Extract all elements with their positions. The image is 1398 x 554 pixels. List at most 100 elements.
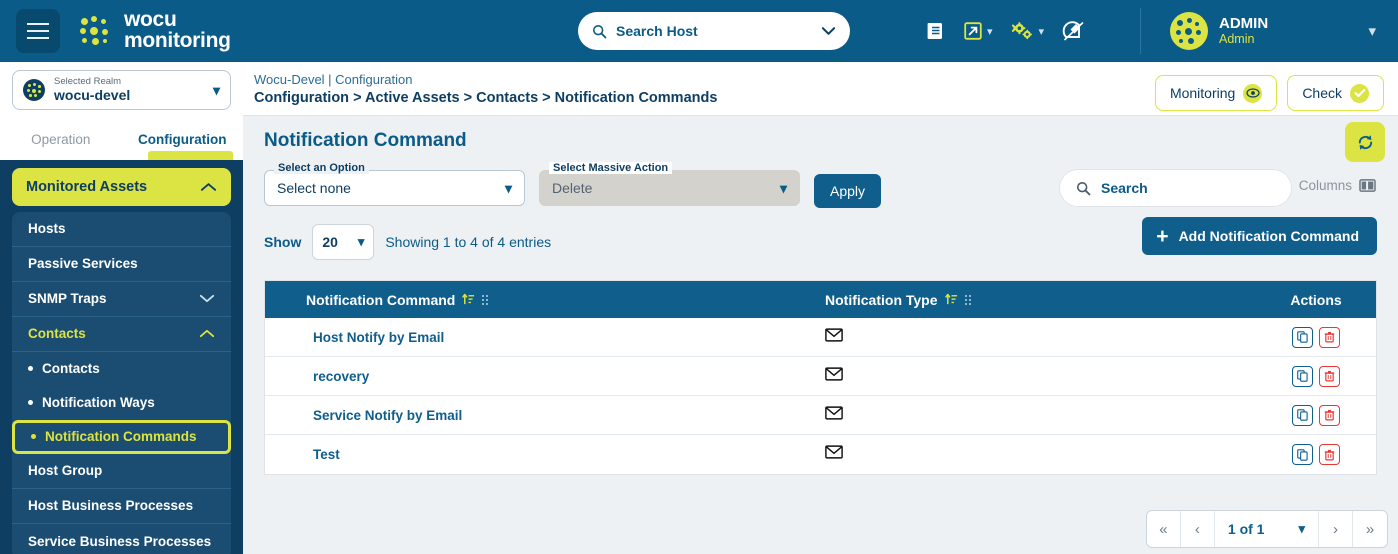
tab-operation[interactable]: Operation bbox=[0, 120, 122, 160]
satellite-icon bbox=[1062, 21, 1084, 41]
sort-ascending-icon bbox=[462, 293, 475, 305]
sidebar-item-hosts[interactable]: Hosts bbox=[12, 212, 231, 247]
sidebar-item-label: Notification Ways bbox=[42, 395, 155, 411]
cell-actions bbox=[1256, 365, 1376, 387]
realm-selector[interactable]: Selected Realm wocu-devel ▾ bbox=[12, 70, 231, 110]
page-size-select[interactable]: 20 ▾ bbox=[312, 224, 375, 260]
sidebar-item-contacts-group[interactable]: Contacts bbox=[12, 317, 231, 352]
page-indicator-value: 1 of 1 bbox=[1227, 521, 1265, 537]
sidebar-item-label: Contacts bbox=[28, 326, 86, 342]
cell-notification-type bbox=[825, 327, 1256, 347]
delete-icon[interactable] bbox=[1319, 444, 1340, 465]
select-massive-action-dropdown[interactable]: Delete ▾ bbox=[539, 170, 800, 206]
copy-icon[interactable] bbox=[1292, 365, 1313, 387]
cell-notification-command[interactable]: recovery bbox=[265, 369, 825, 384]
page-size-value: 20 bbox=[322, 234, 338, 250]
drag-handle-icon[interactable] bbox=[482, 294, 489, 305]
chevron-up-icon bbox=[200, 182, 217, 191]
sidebar-group-monitored-assets[interactable]: Monitored Assets bbox=[12, 167, 231, 206]
tab-configuration[interactable]: Configuration bbox=[122, 120, 244, 165]
external-link-menu[interactable]: ▾ bbox=[957, 17, 999, 45]
apply-button[interactable]: Apply bbox=[814, 174, 882, 208]
chevron-down-icon: ▾ bbox=[1368, 23, 1376, 40]
sidebar-item-label: Hosts bbox=[28, 221, 66, 237]
delete-icon[interactable] bbox=[1319, 404, 1340, 426]
envelope-icon bbox=[825, 327, 843, 342]
settings-menu[interactable]: ▾ bbox=[1005, 17, 1051, 45]
cell-notification-type bbox=[825, 366, 1256, 386]
delete-icon[interactable] bbox=[1319, 326, 1340, 348]
app-root: wocu monitoring Search Host ▾ ▾ ADMIN Ad… bbox=[0, 0, 1398, 554]
brand-logo[interactable]: wocu monitoring bbox=[80, 9, 231, 51]
bullet-icon bbox=[28, 400, 33, 406]
column-header-notification-type[interactable]: Notification Type bbox=[825, 292, 1256, 308]
table-search-input[interactable]: Search bbox=[1059, 169, 1292, 207]
sidebar-item-label: SNMP Traps bbox=[28, 291, 107, 307]
check-button[interactable]: Check bbox=[1287, 75, 1384, 111]
plus-icon: + bbox=[1156, 224, 1169, 248]
sidebar-item-label: Host Group bbox=[28, 463, 103, 479]
realm-label: Selected Realm bbox=[54, 75, 122, 87]
envelope-icon bbox=[825, 405, 843, 420]
sidebar-item-snmp-traps[interactable]: SNMP Traps bbox=[12, 282, 231, 317]
reports-button[interactable] bbox=[920, 17, 951, 45]
add-notification-command-button[interactable]: + Add Notification Command bbox=[1142, 217, 1377, 255]
select-option-dropdown[interactable]: Select none ▾ bbox=[264, 170, 525, 206]
user-profile-menu[interactable]: ADMIN Admin ▾ bbox=[1148, 0, 1398, 62]
sidebar-item-notification-ways[interactable]: Notification Ways bbox=[12, 386, 231, 420]
delete-icon[interactable] bbox=[1319, 365, 1340, 387]
satellite-status-button[interactable] bbox=[1056, 16, 1092, 46]
sidebar-nav: Monitored Assets Hosts Passive Services … bbox=[0, 159, 243, 554]
entries-info: Showing 1 to 4 of 4 entries bbox=[385, 234, 552, 250]
document-icon bbox=[927, 23, 942, 39]
search-icon bbox=[1076, 181, 1091, 195]
check-label: Check bbox=[1302, 85, 1342, 101]
cell-actions bbox=[1256, 444, 1376, 465]
chevron-up-icon bbox=[199, 329, 215, 338]
table-search-placeholder: Search bbox=[1101, 180, 1148, 196]
next-page-button[interactable]: › bbox=[1319, 511, 1353, 547]
drag-handle-icon[interactable] bbox=[964, 294, 971, 305]
sidebar-item-contacts[interactable]: Contacts bbox=[12, 352, 231, 386]
table-row: recovery bbox=[265, 357, 1376, 396]
brand-text: wocu monitoring bbox=[124, 9, 231, 51]
chevron-down-icon: ▾ bbox=[1038, 25, 1045, 38]
select-option-value: Select none bbox=[277, 180, 351, 196]
check-icon bbox=[1350, 83, 1369, 103]
sidebar-item-host-business-processes[interactable]: Host Business Processes bbox=[12, 489, 231, 524]
copy-icon[interactable] bbox=[1292, 444, 1313, 465]
chevron-down-icon: ▾ bbox=[504, 179, 512, 196]
column-header-notification-command[interactable]: Notification Command bbox=[265, 292, 825, 308]
copy-icon[interactable] bbox=[1292, 404, 1313, 426]
columns-toggle[interactable]: Columns bbox=[1299, 178, 1376, 193]
previous-page-button[interactable]: ‹ bbox=[1181, 511, 1215, 547]
sidebar-item-notification-commands[interactable]: Notification Commands bbox=[12, 419, 231, 454]
notification-commands-table: Notification Command Notification Type A… bbox=[264, 280, 1377, 475]
page-indicator-select[interactable]: 1 of 1 ▾ bbox=[1215, 511, 1319, 547]
search-host-input[interactable]: Search Host bbox=[578, 12, 850, 50]
cell-notification-type bbox=[825, 405, 1256, 425]
bullet-icon bbox=[28, 366, 33, 372]
sidebar-item-passive-services[interactable]: Passive Services bbox=[12, 247, 231, 282]
monitoring-button[interactable]: Monitoring bbox=[1154, 75, 1278, 111]
column-header-actions: Actions bbox=[1256, 292, 1376, 308]
avatar bbox=[1170, 12, 1208, 50]
menu-toggle-button[interactable] bbox=[16, 9, 60, 53]
sidebar-item-host-group[interactable]: Host Group bbox=[12, 454, 231, 489]
cell-notification-command[interactable]: Test bbox=[265, 447, 825, 462]
sidebar-item-label: Service Business Processes bbox=[28, 533, 212, 549]
top-header-bar: wocu monitoring Search Host ▾ ▾ ADMIN Ad… bbox=[0, 0, 1398, 62]
first-page-button[interactable]: « bbox=[1147, 511, 1181, 547]
bullet-icon bbox=[31, 434, 36, 440]
cell-notification-command[interactable]: Service Notify by Email bbox=[265, 408, 825, 423]
last-page-button[interactable]: » bbox=[1353, 511, 1387, 547]
table-row: Host Notify by Email bbox=[265, 318, 1376, 357]
copy-icon[interactable] bbox=[1292, 326, 1313, 348]
cell-notification-command[interactable]: Host Notify by Email bbox=[265, 330, 825, 345]
sidebar-item-service-business-processes[interactable]: Service Business Processes bbox=[12, 524, 231, 554]
show-entries-row: Show 20 ▾ Showing 1 to 4 of 4 entries + … bbox=[257, 208, 1384, 260]
user-info: ADMIN Admin bbox=[1219, 15, 1268, 47]
columns-icon bbox=[1359, 179, 1376, 192]
show-label: Show bbox=[264, 234, 302, 250]
app-body: Selected Realm wocu-devel ▾ Operation Co… bbox=[0, 62, 1398, 554]
